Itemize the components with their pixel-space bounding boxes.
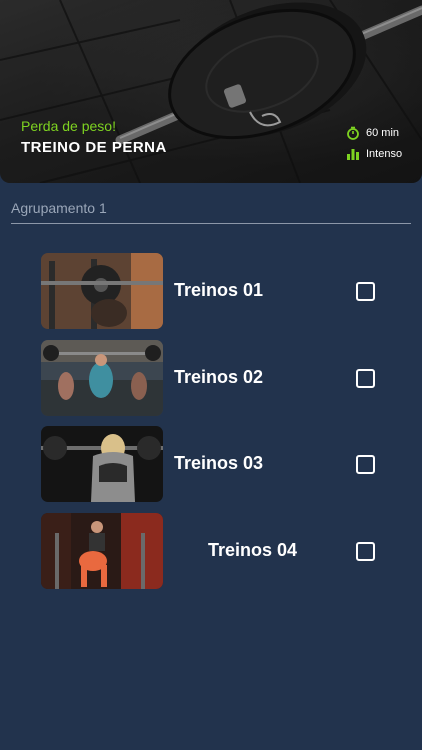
workout-thumbnail xyxy=(41,426,163,502)
hero-title: TREINO DE PERNA xyxy=(21,139,167,156)
workout-item[interactable]: Treinos 03 xyxy=(41,426,381,502)
duration-text: 60 min xyxy=(366,127,400,139)
workout-checkbox[interactable] xyxy=(356,542,375,561)
workout-thumbnail xyxy=(41,513,163,589)
workout-label: Treinos 02 xyxy=(174,367,264,387)
workout-thumbnail xyxy=(41,340,163,416)
workout-item[interactable]: Treinos 04 xyxy=(41,513,381,589)
stopwatch-icon xyxy=(346,126,360,140)
workout-label: Treinos 01 xyxy=(174,280,264,300)
hero-subtitle: Perda de peso! xyxy=(21,118,116,134)
workout-hero-banner[interactable]: Perda de peso! TREINO DE PERNA 60 min In… xyxy=(0,0,422,183)
workout-label: Treinos 03 xyxy=(174,453,264,473)
workout-meta: 60 min Intenso xyxy=(346,126,402,161)
workout-checkbox[interactable] xyxy=(356,282,375,301)
workout-checkbox[interactable] xyxy=(356,455,375,474)
duration-row: 60 min xyxy=(346,126,402,140)
workout-item[interactable]: Treinos 01 xyxy=(41,253,381,329)
group-divider xyxy=(11,223,411,224)
intensity-text: Intenso xyxy=(366,148,403,160)
workout-checkbox[interactable] xyxy=(356,369,375,388)
workout-item[interactable]: Treinos 02 xyxy=(41,340,381,416)
workout-thumbnail xyxy=(41,253,163,329)
group-label: Agrupamento 1 xyxy=(11,200,107,216)
bar-chart-icon xyxy=(346,147,360,161)
intensity-row: Intenso xyxy=(346,147,402,161)
workout-label: Treinos 04 xyxy=(208,540,298,560)
